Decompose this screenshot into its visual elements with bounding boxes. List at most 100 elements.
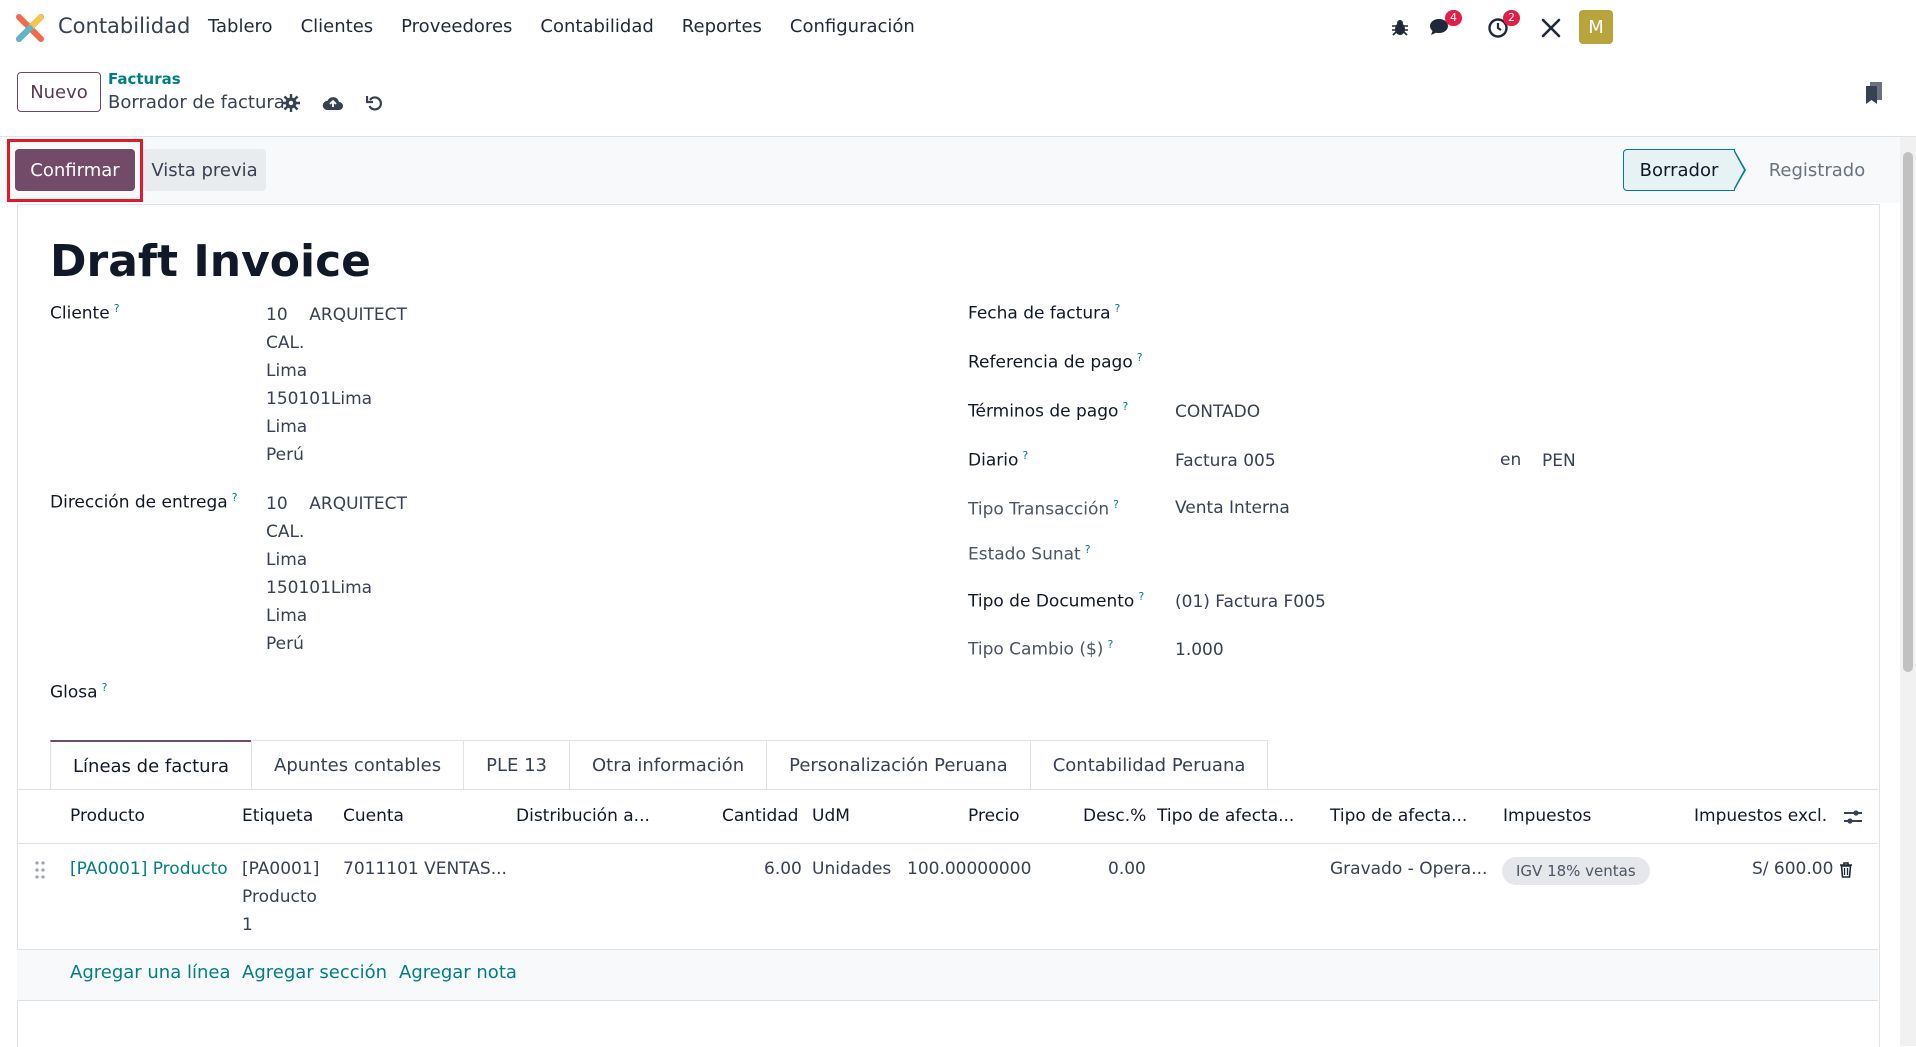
stage-posted[interactable]: Registrado (1752, 149, 1882, 191)
breadcrumb-parent-link[interactable]: Facturas (108, 70, 181, 88)
help-icon[interactable]: ? (1115, 302, 1121, 315)
tab-ple-13[interactable]: PLE 13 (463, 740, 570, 789)
add-row-divider (17, 1000, 1878, 1001)
menu-item-contabilidad[interactable]: Contabilidad (540, 16, 653, 37)
cliente-field[interactable]: 10 ARQUITECT CAL. Lima 150101Lima Lima P… (266, 301, 407, 469)
tab-invoice-lines[interactable]: Líneas de factura (50, 740, 253, 790)
line-quantity[interactable]: 6.00 (764, 855, 802, 883)
line-uom[interactable]: Unidades (812, 855, 891, 883)
add-section-link[interactable]: Agregar sección (242, 962, 387, 983)
document-type-field[interactable]: (01) Factura F005 (1175, 592, 1326, 612)
menu-item-configuracion[interactable]: Configuración (790, 16, 915, 37)
document-type-label: Tipo de Documento? (968, 590, 1145, 612)
column-header-producto[interactable]: Producto (70, 806, 145, 826)
line-label[interactable]: [PA0001] Producto 1 (242, 855, 319, 939)
tab-divider (17, 789, 1878, 790)
invoice-date-label: Fecha de factura? (968, 302, 1121, 324)
column-header-precio[interactable]: Precio (968, 806, 1020, 826)
tab-peruvian-accounting[interactable]: Contabilidad Peruana (1029, 740, 1269, 789)
transaction-type-field[interactable]: Venta Interna (1175, 498, 1290, 518)
accounting-app-logo-icon[interactable] (16, 14, 44, 42)
currency-prefix: en (1500, 450, 1522, 470)
new-button[interactable]: Nuevo (17, 72, 101, 112)
help-icon[interactable]: ? (1122, 400, 1128, 413)
menu-item-clientes[interactable]: Clientes (301, 16, 374, 37)
add-line-link[interactable]: Agregar una línea (70, 962, 230, 983)
column-header-distribucion[interactable]: Distribución a... (516, 806, 650, 826)
menu-item-tablero[interactable]: Tablero (208, 16, 273, 37)
app-name[interactable]: Contabilidad (58, 14, 190, 38)
discard-undo-icon[interactable] (366, 94, 384, 112)
confirm-button-highlight (7, 139, 143, 202)
column-header-subtotal[interactable]: Impuestos excl. (1694, 806, 1827, 826)
line-price[interactable]: 100.00000000 (907, 855, 1031, 883)
trash-icon[interactable] (1839, 862, 1853, 878)
payment-terms-label: Términos de pago? (968, 400, 1129, 422)
notebook-tabs: Líneas de factura Apuntes contables PLE … (50, 740, 1269, 790)
column-header-tipo-afectacion-2[interactable]: Tipo de afecta... (1330, 806, 1467, 826)
column-header-impuestos[interactable]: Impuestos (1503, 806, 1591, 826)
line-product[interactable]: [PA0001] Producto 1 (70, 855, 234, 883)
stage-draft[interactable]: Borrador (1623, 149, 1735, 191)
journal-field[interactable]: Factura 005 (1175, 451, 1276, 471)
column-header-cuenta[interactable]: Cuenta (343, 806, 404, 826)
preview-button[interactable]: Vista previa (143, 149, 266, 191)
help-icon[interactable]: ? (1138, 590, 1144, 603)
currency-field[interactable]: PEN (1542, 451, 1576, 471)
user-avatar[interactable]: M (1579, 10, 1613, 44)
debug-bug-icon[interactable] (1384, 12, 1416, 44)
activities-badge: 2 (1503, 10, 1520, 26)
page-title: Draft Invoice (50, 236, 372, 287)
exchange-rate-label: Tipo Cambio ($)? (968, 638, 1114, 660)
help-icon[interactable]: ? (1113, 498, 1119, 511)
help-icon[interactable]: ? (232, 491, 238, 504)
exchange-rate-field[interactable]: 1.000 (1175, 640, 1224, 660)
transaction-type-label: Tipo Transacción? (968, 498, 1119, 520)
help-icon[interactable]: ? (1107, 638, 1113, 651)
column-header-cantidad[interactable]: Cantidad (722, 806, 798, 826)
top-navbar: Contabilidad Tablero Clientes Proveedore… (0, 0, 1916, 56)
status-bar (0, 137, 1900, 203)
sunat-status-label: Estado Sunat? (968, 543, 1091, 565)
help-icon[interactable]: ? (1085, 543, 1091, 556)
delivery-address-label: Dirección de entrega? (50, 491, 238, 513)
line-affectation-type-2[interactable]: Gravado - Opera... (1330, 855, 1487, 883)
column-header-etiqueta[interactable]: Etiqueta (242, 806, 313, 826)
column-header-udm[interactable]: UdM (812, 806, 850, 826)
breadcrumb-current: Borrador de factura (108, 92, 285, 113)
delivery-address-field[interactable]: 10 ARQUITECT CAL. Lima 150101Lima Lima P… (266, 490, 407, 658)
line-account[interactable]: 7011101 VENTAS... (343, 855, 507, 883)
tab-other-info[interactable]: Otra información (569, 740, 768, 789)
journal-label: Diario? (968, 449, 1029, 471)
drag-handle-icon[interactable] (34, 860, 46, 880)
messages-icon[interactable]: 4 (1424, 10, 1462, 44)
help-icon[interactable]: ? (1022, 449, 1028, 462)
tab-journal-items[interactable]: Apuntes contables (251, 740, 465, 789)
activities-clock-icon[interactable]: 2 (1482, 10, 1520, 44)
payment-reference-label: Referencia de pago? (968, 351, 1143, 373)
glosa-label: Glosa? (50, 681, 108, 703)
payment-terms-field[interactable]: CONTADO (1175, 402, 1260, 422)
add-note-link[interactable]: Agregar nota (399, 962, 517, 983)
column-header-descuento[interactable]: Desc.% (1083, 806, 1146, 826)
help-icon[interactable]: ? (114, 302, 120, 315)
help-icon[interactable]: ? (102, 681, 108, 694)
header-divider (17, 843, 1878, 844)
line-discount[interactable]: 0.00 (1108, 855, 1146, 883)
gear-icon[interactable] (282, 94, 300, 112)
column-header-tipo-afectacion-1[interactable]: Tipo de afecta... (1157, 806, 1294, 826)
tab-peruvian-customization[interactable]: Personalización Peruana (766, 740, 1031, 789)
scrollbar-thumb[interactable] (1903, 152, 1913, 672)
optional-columns-icon[interactable] (1843, 808, 1863, 826)
cloud-save-icon[interactable] (322, 95, 344, 111)
tools-icon[interactable] (1535, 12, 1567, 44)
menu-item-reportes[interactable]: Reportes (682, 16, 762, 37)
bookmark-icon[interactable] (1866, 82, 1882, 104)
tax-tag[interactable]: IGV 18% ventas (1502, 857, 1650, 885)
main-menu: Tablero Clientes Proveedores Contabilida… (208, 16, 943, 37)
menu-item-proveedores[interactable]: Proveedores (401, 16, 512, 37)
cliente-label: Cliente? (50, 302, 120, 324)
stage-arrow-fill (1733, 150, 1744, 190)
help-icon[interactable]: ? (1137, 351, 1143, 364)
record-actions (282, 94, 384, 112)
